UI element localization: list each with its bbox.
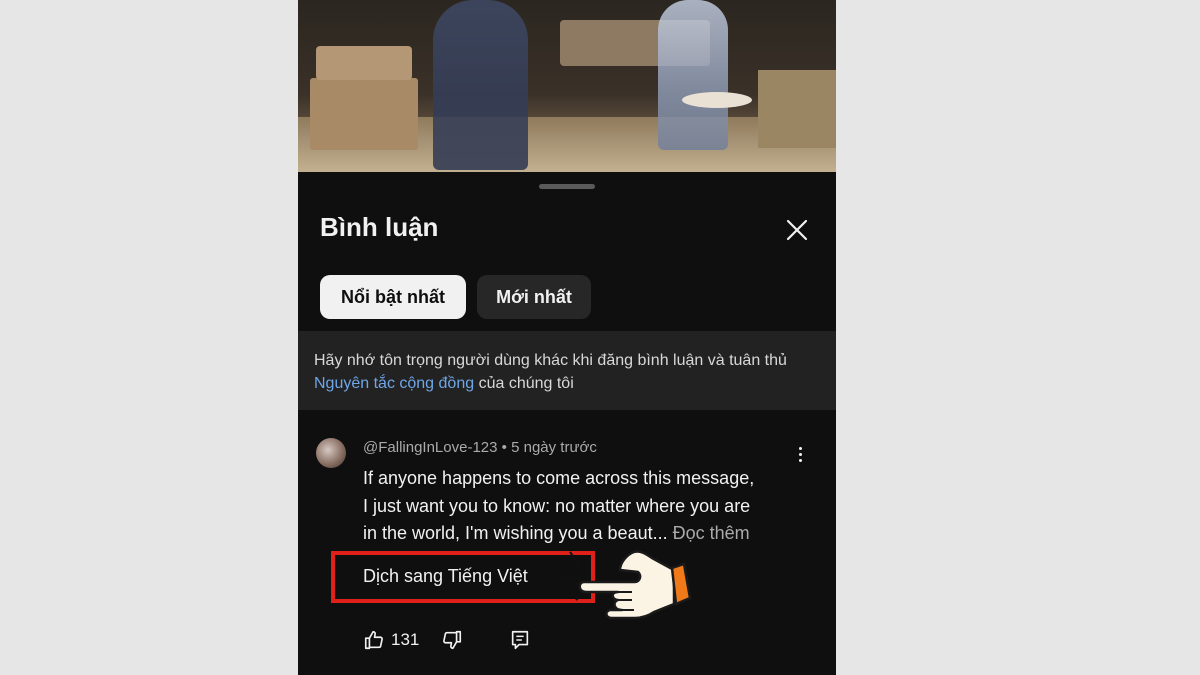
read-more-link[interactable]: Đọc thêm <box>673 523 750 543</box>
video-frame-guitarist <box>433 0 528 170</box>
video-frame-amp <box>310 78 418 150</box>
video-frame-pianist <box>658 0 728 150</box>
comment-line: If anyone happens to come across this me… <box>363 468 755 488</box>
more-vert-icon <box>798 446 802 450</box>
video-frame-box <box>758 70 836 148</box>
comment-line: I just want you to know: no matter where… <box>363 495 751 516</box>
tab-top-comments[interactable]: Nổi bật nhất <box>320 275 466 319</box>
translate-button[interactable]: Dịch sang Tiếng Việt <box>363 566 528 587</box>
video-frame-amp-top <box>316 46 412 80</box>
reply-button[interactable] <box>509 629 531 651</box>
sheet-drag-handle[interactable] <box>539 184 595 189</box>
video-player[interactable] <box>298 0 836 172</box>
comment-author[interactable]: @FallingInLove-123 <box>363 439 497 456</box>
panel-title: Bình luận <box>320 212 439 242</box>
sort-tabs: Nổi bật nhất Mới nhất <box>320 275 591 319</box>
like-count: 131 <box>391 630 420 649</box>
more-options-button[interactable] <box>792 442 808 466</box>
comment-actions: 131 <box>363 629 531 651</box>
pointing-hand-icon <box>562 550 692 620</box>
community-guidelines-link[interactable]: Nguyên tắc cộng đồng <box>314 375 474 392</box>
comment-line-last: in the world, I'm wishing you a beaut...… <box>363 520 803 548</box>
notice-text-end: của chúng tôi <box>474 375 574 392</box>
thumb-down-icon <box>443 630 462 650</box>
community-notice: Hãy nhớ tôn trọng người dùng khác khi đă… <box>298 331 836 410</box>
reply-icon <box>512 630 529 650</box>
comment-time: 5 ngày trước <box>511 439 597 456</box>
close-icon <box>786 219 808 241</box>
video-frame-stool <box>682 92 752 108</box>
comment-line-text: in the world, I'm wishing you a beaut... <box>363 523 668 543</box>
comment-meta: @FallingInLove-123 • 5 ngày trước <box>363 439 597 456</box>
like-button[interactable]: 131 <box>363 629 419 651</box>
avatar[interactable] <box>316 438 346 468</box>
dislike-button[interactable] <box>441 629 463 651</box>
close-button[interactable] <box>784 217 810 243</box>
comment-body: If anyone happens to come across this me… <box>363 465 803 548</box>
thumb-up-icon <box>364 630 383 650</box>
notice-text: Hãy nhớ tôn trọng người dùng khác khi đă… <box>314 352 787 369</box>
comments-screen: Bình luận Nổi bật nhất Mới nhất Hãy nhớ … <box>298 0 836 675</box>
meta-separator: • <box>501 439 507 456</box>
tab-newest[interactable]: Mới nhất <box>477 275 591 319</box>
